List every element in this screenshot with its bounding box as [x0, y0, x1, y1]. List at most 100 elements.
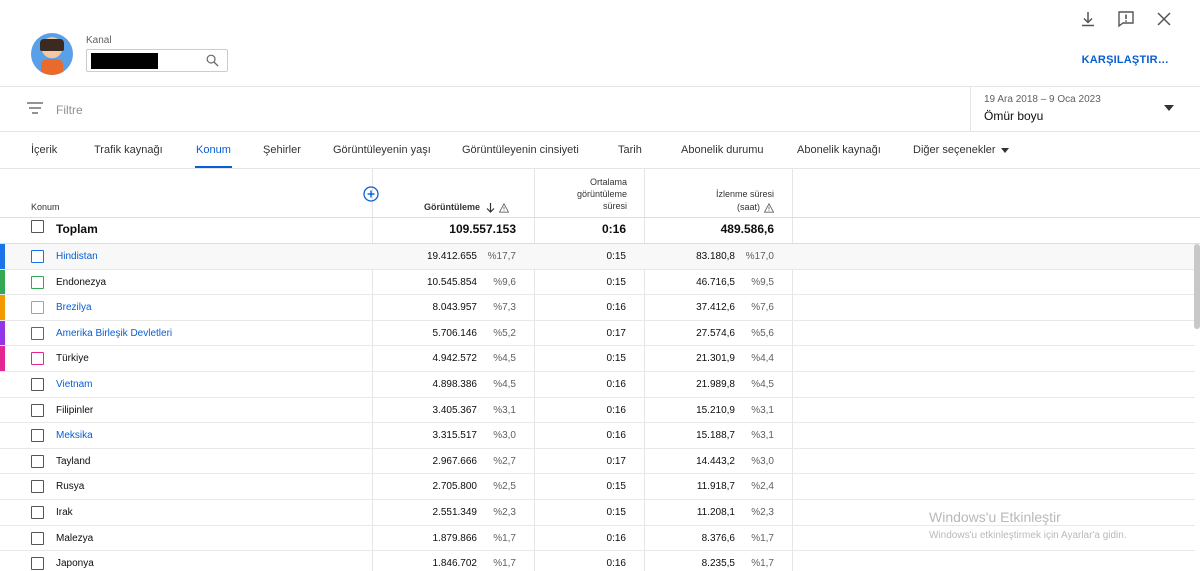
row-views-percent: %1,7 — [493, 558, 516, 570]
row-location-name[interactable]: Hindistan — [56, 251, 98, 262]
feedback-icon[interactable] — [1116, 9, 1136, 29]
row-views-percent: %3,1 — [493, 404, 516, 416]
caret-down-icon — [1000, 147, 1009, 153]
row-avg-duration: 0:16 — [606, 302, 626, 314]
filter-bar: Filtre 19 Ara 2018 – 9 Oca 2023 Ömür boy… — [0, 87, 1200, 132]
table-row[interactable]: Japonya 1.846.702 %1,7 0:16 8.235,5 %1,7 — [0, 551, 1195, 571]
row-location-name[interactable]: Brezilya — [56, 302, 92, 313]
row-checkbox[interactable] — [31, 352, 44, 366]
tab-more-options[interactable]: Diğer seçenekler — [913, 144, 1009, 156]
channel-search-input[interactable] — [86, 49, 228, 72]
header-views-label: Görüntüleme — [424, 202, 481, 212]
row-watch-percent: %7,6 — [751, 302, 774, 314]
header-avg-line1: Ortalama — [589, 177, 627, 187]
header-watch-time[interactable]: İzlenme süresi (saat) — [660, 188, 774, 214]
tab-viewer-gender[interactable]: Görüntüleyenin cinsiyeti — [462, 144, 579, 156]
row-views: 1.879.866 — [432, 532, 478, 544]
total-checkbox[interactable] — [31, 220, 44, 233]
row-views: 2.967.666 — [432, 455, 478, 467]
row-watch-percent: %1,7 — [751, 532, 774, 544]
row-views: 19.412.655 — [426, 251, 477, 262]
table-row[interactable]: Amerika Birleşik Devletleri 5.706.146 %5,2… — [0, 320, 1195, 347]
row-views-percent: %17,7 — [487, 251, 516, 262]
row-watch-time: 11.918,7 — [696, 481, 735, 493]
row-views-percent: %7,3 — [493, 302, 516, 314]
table-row[interactable]: Tayland 2.967.666 %2,7 0:17 14.443,2 %3,0 — [0, 449, 1195, 475]
date-range-picker[interactable]: 19 Ara 2018 – 9 Oca 2023 Ömür boyu — [970, 87, 1200, 131]
table-row[interactable]: Türkiye 4.942.572 %4,5 0:15 21.301,9 %4,4 — [0, 346, 1195, 372]
header-avg-view-duration[interactable]: Ortalama görüntüleme süresi — [545, 176, 627, 212]
row-checkbox[interactable] — [31, 506, 44, 519]
row-checkbox[interactable] — [31, 301, 44, 315]
row-location-name[interactable]: Amerika Birleşik Devletleri — [56, 328, 172, 339]
row-watch-percent: %3,1 — [751, 430, 774, 442]
series-color-stripe — [0, 244, 5, 269]
tab-subscription-source[interactable]: Abonelik kaynağı — [797, 144, 881, 156]
row-views: 10.545.854 — [426, 276, 477, 288]
row-checkbox[interactable] — [31, 454, 44, 468]
table-header: Konum Görüntüleme Ortalama görüntüleme s… — [0, 169, 1200, 217]
tab-traffic-source[interactable]: Trafik kaynağı — [94, 144, 163, 156]
row-checkbox[interactable] — [31, 250, 44, 263]
row-views: 2.551.349 — [432, 507, 478, 518]
row-avg-duration: 0:16 — [606, 430, 626, 442]
table-row[interactable]: Hindistan 19.412.655 %17,7 0:15 83.180,8 %17,… — [0, 244, 1195, 270]
table-row[interactable]: Rusya 2.705.800 %2,5 0:15 11.918,7 %2,4 — [0, 474, 1195, 500]
series-color-stripe — [0, 269, 5, 295]
row-checkbox[interactable] — [31, 403, 44, 417]
more-options-label: Diğer seçenekler — [913, 144, 996, 156]
sort-down-icon[interactable] — [486, 202, 495, 213]
row-checkbox[interactable] — [31, 429, 44, 443]
row-checkbox[interactable] — [31, 275, 44, 289]
row-location-name[interactable]: Meksika — [56, 430, 93, 441]
row-checkbox[interactable] — [31, 557, 44, 571]
row-checkbox[interactable] — [31, 378, 44, 391]
tab-viewer-age[interactable]: Görüntüleyenin yaşı — [333, 144, 431, 156]
table-row[interactable]: Endonezya 10.545.854 %9,6 0:15 46.716,5 %9,5 — [0, 269, 1195, 296]
row-watch-time: 14.443,2 — [696, 455, 735, 467]
row-views: 4.942.572 — [432, 353, 478, 365]
row-views: 2.705.800 — [432, 481, 478, 493]
chevron-down-icon — [1164, 105, 1174, 111]
row-watch-time: 8.376,6 — [701, 532, 735, 544]
row-avg-duration: 0:15 — [606, 481, 626, 493]
row-watch-time: 27.574,6 — [696, 327, 735, 339]
tab-cities[interactable]: Şehirler — [263, 144, 301, 156]
row-views-percent: %3,0 — [493, 430, 516, 442]
table-row[interactable]: Filipinler 3.405.367 %3,1 0:16 15.210,9 %3,1 — [0, 398, 1195, 424]
total-watch: 489.586,6 — [720, 222, 774, 236]
row-avg-duration: 0:16 — [606, 404, 626, 416]
download-icon[interactable] — [1078, 9, 1098, 29]
tab-date[interactable]: Tarih — [618, 144, 642, 156]
warning-icon — [499, 202, 510, 213]
row-views: 5.706.146 — [432, 327, 478, 339]
search-icon[interactable] — [206, 54, 219, 67]
filter-input[interactable]: Filtre — [56, 103, 83, 117]
table-row[interactable]: Meksika 3.315.517 %3,0 0:16 15.188,7 %3,1 — [0, 423, 1195, 449]
channel-avatar[interactable] — [31, 33, 73, 75]
row-avg-duration: 0:16 — [606, 379, 626, 390]
close-icon[interactable] — [1154, 9, 1174, 29]
activation-watermark-subtitle: Windows'u etkinleştirmek için Ayarlar'a … — [929, 530, 1127, 541]
row-location-name[interactable]: Vietnam — [56, 379, 93, 390]
tab-subscription-status[interactable]: Abonelik durumu — [681, 144, 764, 156]
add-metric-icon[interactable] — [363, 186, 379, 202]
table-row[interactable]: Vietnam 4.898.386 %4,5 0:16 21.989,8 %4,5 — [0, 372, 1195, 398]
tab-content[interactable]: İçerik — [31, 144, 57, 156]
scrollbar[interactable] — [1194, 244, 1200, 329]
row-watch-percent: %3,0 — [751, 455, 774, 467]
header-watch-line2: (saat) — [736, 202, 760, 212]
row-checkbox[interactable] — [31, 326, 44, 340]
row-checkbox[interactable] — [31, 480, 44, 494]
row-watch-percent: %9,5 — [751, 276, 774, 288]
table-row[interactable]: Brezilya 8.043.957 %7,3 0:16 37.412,6 %7,6 — [0, 295, 1195, 321]
header-avg-line3: süresi — [602, 201, 627, 211]
tab-location[interactable]: Konum — [196, 144, 231, 156]
row-watch-percent: %17,0 — [745, 251, 774, 262]
series-color-stripe — [0, 320, 5, 346]
header-views[interactable]: Görüntüleme — [424, 202, 510, 213]
row-checkbox[interactable] — [31, 531, 44, 545]
compare-button[interactable]: KARŞILAŞTIR… — [1082, 54, 1169, 66]
row-views-percent: %4,5 — [493, 353, 516, 365]
filter-icon[interactable] — [27, 101, 43, 115]
